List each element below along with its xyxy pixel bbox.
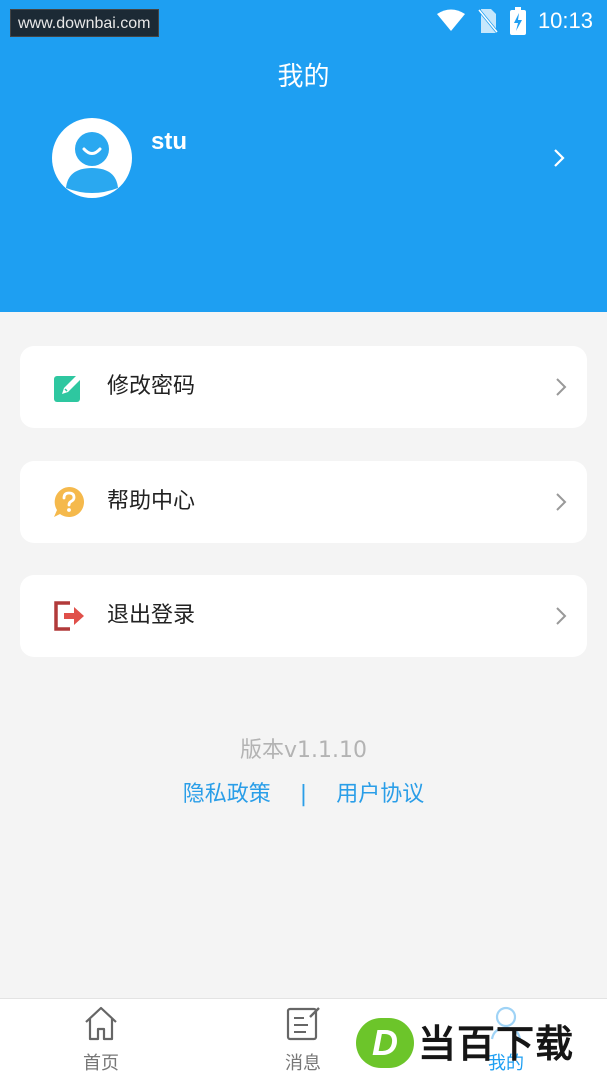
chevron-right-icon	[556, 493, 567, 511]
menu-label: 修改密码	[107, 374, 196, 399]
status-bar: 10:13	[424, 6, 593, 36]
battery-charging-icon	[509, 7, 526, 35]
version-text: 版本v1.1.10	[240, 738, 367, 763]
menu-label: 退出登录	[107, 603, 196, 628]
user-avatar-icon	[52, 118, 132, 198]
menu-item-logout[interactable]: 退出登录	[20, 575, 587, 657]
watermark-logo: D 当百下载	[356, 1016, 602, 1072]
watermark-badge: D	[356, 1018, 414, 1068]
watermark-text: 当百下载	[418, 1022, 575, 1066]
menu-item-change-password[interactable]: 修改密码	[20, 346, 587, 428]
wifi-icon	[436, 9, 465, 31]
watermark-top: www.downbai.com	[10, 9, 159, 37]
username: stu	[151, 128, 187, 155]
help-icon	[54, 487, 84, 517]
profile-row[interactable]: stu	[20, 110, 587, 206]
user-agreement-link[interactable]: 用户协议	[336, 782, 424, 807]
menu-label: 帮助中心	[107, 489, 196, 514]
menu-item-help-center[interactable]: 帮助中心	[20, 461, 587, 543]
chevron-right-icon	[556, 378, 567, 396]
status-time: 10:13	[537, 8, 593, 33]
chevron-right-icon	[554, 149, 565, 167]
message-icon	[286, 1007, 320, 1041]
tab-label: 消息	[285, 1053, 321, 1074]
logout-icon	[54, 601, 84, 631]
no-sim-icon	[477, 9, 498, 33]
edit-icon	[54, 374, 82, 402]
tab-messages[interactable]: 消息	[243, 999, 363, 1080]
link-separator: |	[299, 782, 308, 807]
privacy-policy-link[interactable]: 隐私政策	[183, 782, 271, 807]
tab-label: 首页	[83, 1053, 119, 1074]
chevron-right-icon	[556, 607, 567, 625]
legal-links: 隐私政策 | 用户协议	[0, 780, 607, 810]
tab-home[interactable]: 首页	[41, 999, 161, 1080]
home-icon	[85, 1006, 117, 1041]
page-title: 我的	[277, 62, 330, 92]
